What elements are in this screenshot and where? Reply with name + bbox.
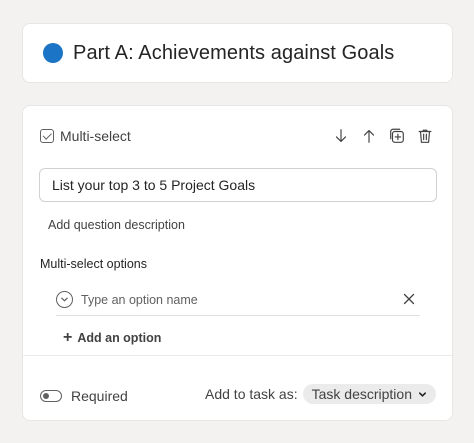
close-icon [403, 293, 415, 305]
required-toggle-group: Required [40, 388, 128, 404]
option-name-input[interactable] [81, 292, 371, 307]
section-color-dot [43, 43, 63, 63]
options-section-label: Multi-select options [40, 257, 147, 271]
option-row [56, 284, 420, 316]
section-title: Part A: Achievements against Goals [73, 41, 395, 64]
duplicate-button[interactable] [387, 126, 407, 146]
checkbox-icon [40, 129, 54, 143]
add-option-label: Add an option [77, 331, 162, 345]
question-type-label: Multi-select [60, 128, 131, 144]
task-type-dropdown[interactable]: Task description [302, 384, 436, 404]
question-type-indicator: Multi-select [40, 128, 131, 144]
delete-button[interactable] [415, 126, 435, 146]
arrow-up-icon [363, 130, 375, 143]
required-label: Required [71, 388, 128, 404]
footer-divider [23, 355, 452, 356]
chevron-down-icon [56, 291, 73, 308]
required-toggle[interactable] [40, 390, 62, 402]
remove-option-button[interactable] [402, 292, 416, 306]
task-type-value: Task description [311, 386, 412, 402]
trash-icon [418, 129, 432, 143]
add-question-description-button[interactable]: Add question description [48, 218, 185, 232]
section-header-card: Part A: Achievements against Goals [22, 23, 453, 83]
question-actions [331, 126, 435, 146]
question-text-input[interactable] [39, 168, 437, 202]
add-to-task-label: Add to task as: [205, 386, 298, 402]
move-up-button[interactable] [359, 126, 379, 146]
arrow-down-icon [335, 129, 347, 142]
duplicate-icon [390, 128, 404, 143]
move-down-button[interactable] [331, 126, 351, 146]
chevron-down-icon [418, 391, 427, 397]
question-card: Multi-select Add question description Mu… [22, 105, 453, 421]
plus-icon: + [63, 329, 73, 346]
add-option-button[interactable]: + Add an option [63, 330, 161, 346]
add-to-task-group: Add to task as: Task description [205, 384, 436, 404]
